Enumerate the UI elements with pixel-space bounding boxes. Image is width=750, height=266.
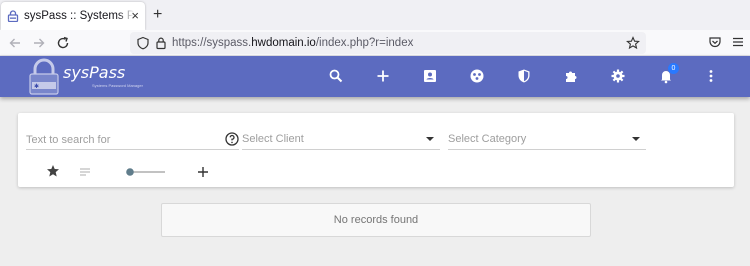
logo-text: sysPass xyxy=(63,63,126,82)
help-icon[interactable] xyxy=(225,132,239,146)
url-text: https://syspass.hwdomain.io/index.php?r=… xyxy=(172,37,413,49)
search-icon[interactable] xyxy=(328,68,344,84)
chevron-down-icon xyxy=(632,137,640,141)
category-select[interactable]: Select Category xyxy=(448,130,646,150)
tab-title: sysPass :: Systems Password Manager xyxy=(24,10,134,22)
tracking-shield-icon[interactable] xyxy=(136,36,150,50)
lock-favicon-icon xyxy=(7,10,19,22)
url-bar[interactable]: https://syspass.hwdomain.io/index.php?r=… xyxy=(130,32,646,54)
svg-text:✱: ✱ xyxy=(34,83,39,90)
client-select-placeholder: Select Client xyxy=(242,133,304,145)
new-tab-button[interactable]: + xyxy=(153,6,162,24)
menu-icon[interactable] xyxy=(731,35,745,49)
category-select-placeholder: Select Category xyxy=(448,133,527,145)
app-header: ✱ sysPass Systems Password Manager 0 xyxy=(0,56,750,97)
search-input[interactable] xyxy=(26,130,239,150)
lock-icon[interactable] xyxy=(154,36,168,50)
no-records-box: No records found xyxy=(161,203,591,237)
logo-subtitle: Systems Password Manager xyxy=(92,83,143,88)
url-domain: hwdomain.io xyxy=(251,37,316,49)
chevron-down-icon xyxy=(426,137,434,141)
client-select[interactable]: Select Client xyxy=(242,130,440,150)
forward-icon[interactable] xyxy=(30,34,48,52)
add-icon[interactable] xyxy=(197,166,209,178)
browser-tab-bar: sysPass :: Systems Password Manager × + xyxy=(0,0,750,30)
sort-icon[interactable] xyxy=(79,167,91,177)
tab-close-icon[interactable]: × xyxy=(131,9,139,22)
add-icon[interactable] xyxy=(375,68,391,84)
results-slider[interactable] xyxy=(124,166,166,178)
bookmark-star-icon[interactable] xyxy=(626,36,640,50)
accounts-icon[interactable] xyxy=(469,68,485,84)
url-path: /index.php?r=index xyxy=(315,37,414,49)
browser-tab[interactable]: sysPass :: Systems Password Manager × xyxy=(1,2,145,30)
pocket-icon[interactable] xyxy=(708,35,722,49)
plugin-icon[interactable] xyxy=(563,68,579,84)
reload-icon[interactable] xyxy=(54,34,72,52)
search-card: Select Client Select Category xyxy=(18,113,734,187)
browser-nav-bar: https://syspass.hwdomain.io/index.php?r=… xyxy=(0,30,750,56)
back-icon[interactable] xyxy=(6,34,24,52)
url-prefix: https://syspass. xyxy=(172,37,252,49)
favorite-star-icon[interactable] xyxy=(46,164,60,178)
more-vert-icon[interactable] xyxy=(703,68,719,84)
notification-badge: 0 xyxy=(668,63,679,74)
security-icon[interactable] xyxy=(516,68,532,84)
account-box-icon[interactable] xyxy=(422,68,438,84)
syspass-logo-icon[interactable]: ✱ xyxy=(27,58,61,96)
no-records-message: No records found xyxy=(333,214,419,226)
settings-icon[interactable] xyxy=(610,68,626,84)
